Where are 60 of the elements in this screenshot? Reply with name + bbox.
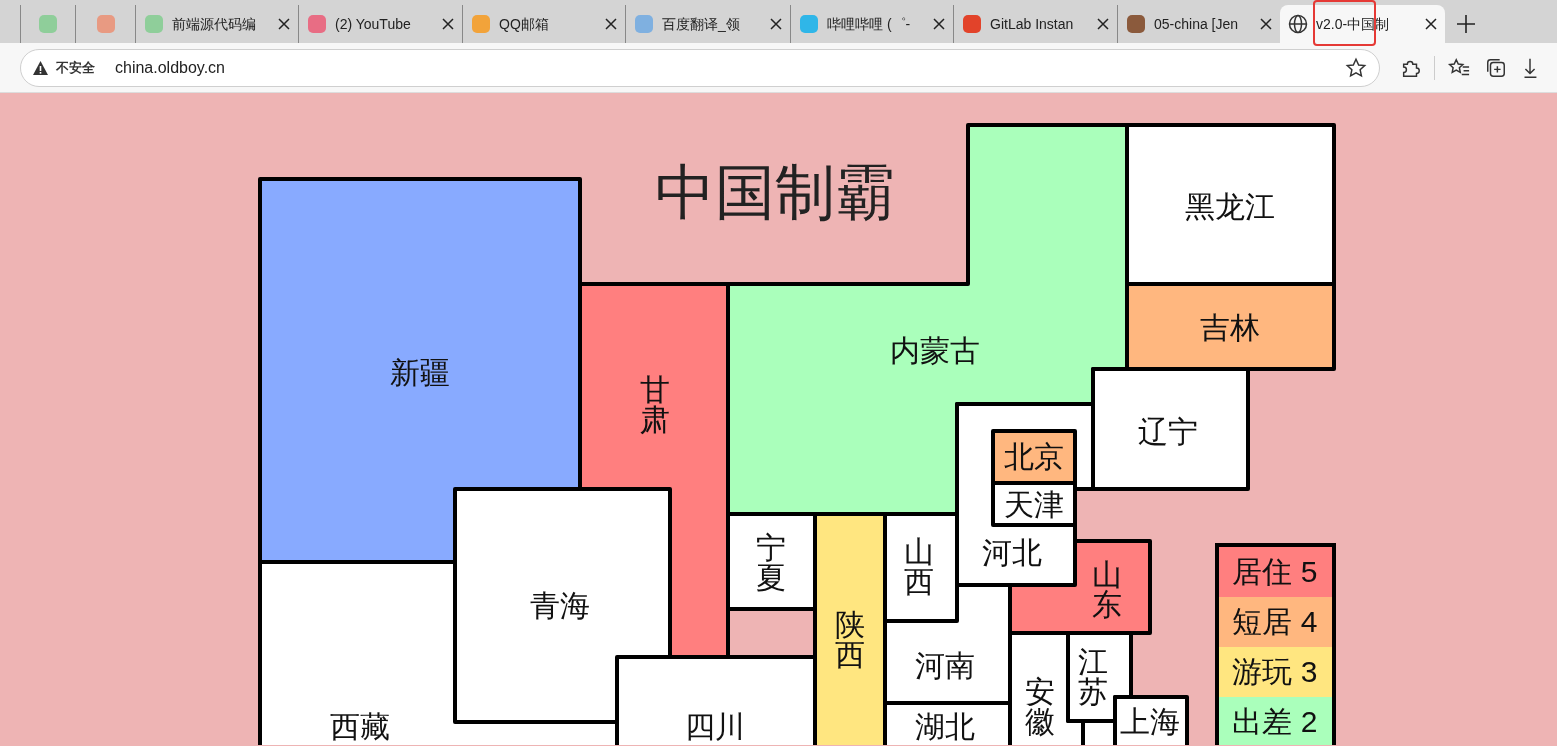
province-label: 陕西 — [835, 607, 865, 671]
close-icon[interactable] — [605, 18, 617, 30]
site-icon — [799, 14, 819, 34]
province-label: 山东 — [1092, 557, 1122, 621]
legend-label: 短居 4 — [1232, 604, 1318, 638]
tab-title: (2) YouTube — [335, 14, 412, 34]
page-title: 中国制霸 — [655, 158, 895, 226]
province-label: 四川 — [685, 709, 745, 743]
site-icon — [634, 14, 654, 34]
tab-title: v2.0-中国制 — [1316, 14, 1391, 34]
province-label: 甘肃 — [640, 372, 670, 436]
close-icon[interactable] — [1260, 18, 1272, 30]
download-icon[interactable] — [1523, 56, 1537, 79]
province-label: 黑龙江 — [1185, 189, 1275, 223]
globe-icon — [1288, 14, 1308, 34]
tab-title: 哔哩哔哩 (゜- — [827, 14, 912, 34]
province-label: 辽宁 — [1138, 414, 1198, 448]
site-icon — [471, 14, 491, 34]
site-icon — [307, 14, 327, 34]
legend-label: 出差 2 — [1232, 704, 1318, 738]
site-icon — [962, 14, 982, 34]
tab-title: 前端源代码编 — [172, 14, 257, 34]
site-icon — [1126, 14, 1146, 34]
url-text: china.oldboy.cn — [115, 57, 225, 78]
province-label: 山西 — [904, 534, 934, 598]
security-label: 不安全 — [56, 58, 95, 77]
legend-label: 居住 5 — [1232, 554, 1318, 588]
tab-title: 05-china [Jen — [1154, 14, 1240, 34]
site-icon — [95, 14, 116, 34]
close-icon[interactable] — [1097, 18, 1109, 30]
warning-icon — [33, 60, 48, 75]
province-label: 湖北 — [915, 709, 975, 743]
new-tab-icon[interactable] — [1457, 15, 1475, 33]
province-label: 吉林 — [1200, 310, 1260, 344]
province-label: 北京 — [1004, 439, 1064, 473]
province-label: 天津 — [1004, 487, 1064, 521]
collections-icon[interactable] — [1485, 56, 1507, 79]
province-label: 江苏 — [1078, 644, 1108, 708]
star-icon[interactable] — [1345, 56, 1367, 79]
province-label: 上海 — [1120, 704, 1180, 738]
close-icon[interactable] — [442, 18, 454, 30]
close-icon[interactable] — [933, 18, 945, 30]
province-label: 河南 — [915, 648, 975, 682]
site-icon — [144, 14, 164, 34]
province-label: 内蒙古 — [890, 333, 980, 367]
legend-label: 游玩 3 — [1232, 654, 1318, 688]
close-icon[interactable] — [770, 18, 782, 30]
address-field[interactable]: 不安全 china.oldboy.cn — [20, 48, 1380, 87]
site-icon — [38, 14, 58, 34]
province-label: 青海 — [530, 588, 590, 622]
province-label: 宁夏 — [756, 530, 786, 594]
province-label: 新疆 — [390, 355, 450, 389]
close-icon[interactable] — [278, 18, 290, 30]
tab-title: 百度翻译_领 — [662, 14, 741, 34]
province-label: 河北 — [982, 535, 1042, 569]
province-label: 安徽 — [1025, 674, 1055, 738]
tab-title: GitLab Instan — [990, 14, 1075, 34]
tab-title: QQ邮箱 — [499, 14, 550, 34]
province-label: 西藏 — [330, 709, 390, 743]
close-icon[interactable] — [1425, 18, 1437, 30]
